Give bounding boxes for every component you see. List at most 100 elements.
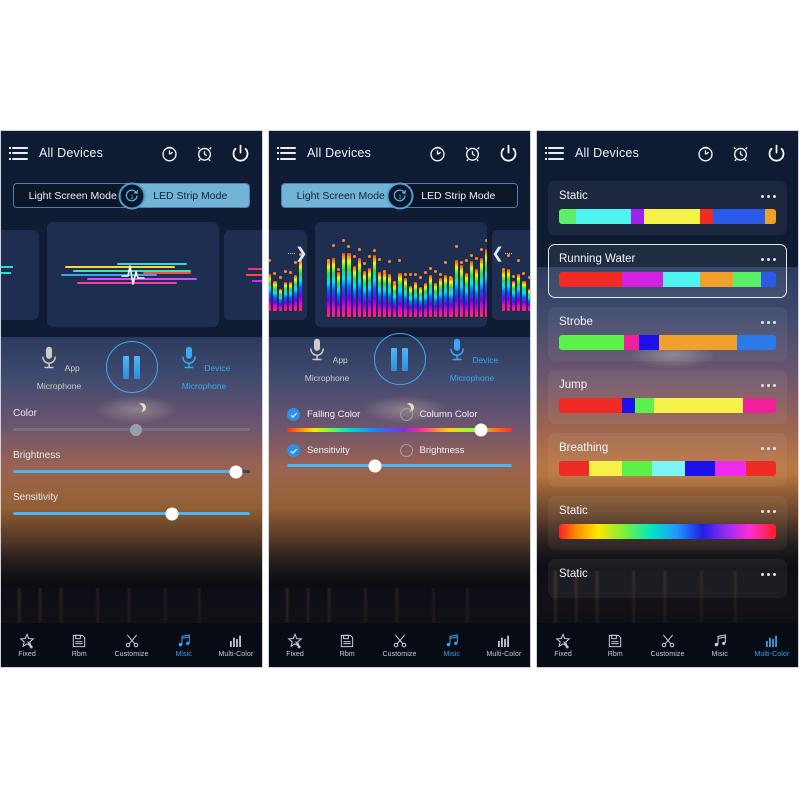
color-slider-knob[interactable] [130,423,143,436]
nav-item-fixed[interactable]: Fixed [269,632,321,658]
nav-item-multi-color[interactable]: Multi-Color [210,633,262,658]
nav-item-customize[interactable]: Customize [373,633,425,658]
effect-name: Static [559,505,588,517]
carousel-card-current[interactable] [47,222,219,327]
device-microphone-button[interactable]: Device Microphone [440,337,504,386]
nav-item-misic[interactable]: Misic [158,633,210,658]
sensitivity-slider[interactable] [13,507,250,520]
more-options-icon[interactable] [761,194,776,198]
radio-circle-icon[interactable] [399,408,413,421]
nav-item-multi-color[interactable]: Multi-Color [478,633,530,658]
effects-list[interactable]: Static Running Water Strobe Jump Breathing St… [537,175,798,598]
color-segment [589,461,622,476]
more-options-icon[interactable] [761,320,776,324]
brightness-slider-knob[interactable] [229,465,243,478]
mode-led-strip[interactable]: LED Strip Mode [399,184,517,207]
check-icon[interactable] [287,444,300,457]
effect-color-bar[interactable] [559,335,776,350]
carousel-card-current[interactable] [315,222,487,327]
refresh-1-icon[interactable]: 1 [386,182,413,209]
nav-item-rbm[interactable]: Rbm [589,633,641,658]
more-options-icon[interactable] [761,383,776,387]
chevron-right-icon[interactable]: ····❯ [287,244,308,262]
nav-item-misic[interactable]: Misic [694,633,746,658]
alarm-clock-icon[interactable] [463,144,482,163]
effect-row[interactable]: Breathing [548,433,787,487]
mode-led-strip[interactable]: LED Strip Mode [131,184,249,207]
effect-row[interactable]: Running Water [548,244,787,298]
radio-column-color[interactable]: Column Color [399,408,513,421]
alarm-clock-icon[interactable] [195,144,214,163]
timer-icon[interactable] [696,144,715,163]
alarm-clock-icon[interactable] [731,144,750,163]
color-slider[interactable] [13,423,250,436]
effect-row[interactable]: Static [548,181,787,235]
equalizer-peak-dot [347,245,351,249]
equalizer-bar [298,260,303,311]
bottom-nav-3[interactable]: Fixed Rbm Customize Misic Multi-Color [537,623,798,667]
effect-color-bar[interactable] [559,209,776,224]
effect-name: Static [559,190,588,202]
color-segment [652,461,685,476]
nav-item-fixed[interactable]: Fixed [537,632,589,658]
sensitivity-slider[interactable] [287,459,512,472]
effect-color-bar[interactable] [559,461,776,476]
power-icon[interactable] [230,143,251,164]
mode-light-screen[interactable]: Light Screen Mode [282,184,400,207]
radio-sensitivity[interactable]: Sensitivity [287,444,400,457]
bottom-nav-2[interactable]: Fixed Rbm Customize Misic Multi-Color [269,623,530,667]
nav-item-multi-color[interactable]: Multi-Color [746,633,798,658]
color-rainbow-slider[interactable] [287,423,512,437]
power-icon[interactable] [498,143,519,164]
nav-item-misic[interactable]: Misic [426,633,478,658]
effect-color-bar[interactable] [559,398,776,413]
carousel-card-next[interactable] [224,230,262,320]
color-segment [559,272,622,287]
hamburger-icon[interactable] [277,146,296,160]
nav-item-rbm[interactable]: Rbm [53,633,105,658]
mode-toggle-2[interactable]: Light Screen Mode LED Strip Mode 1 [281,182,518,209]
color-segment [559,461,590,476]
refresh-1-icon[interactable]: 1 [118,182,145,209]
sensitivity-slider-knob[interactable] [368,459,382,472]
app-microphone-button[interactable]: App Microphone [27,345,91,394]
app-microphone-button[interactable]: App Microphone [295,337,359,386]
effect-color-bar[interactable] [559,524,776,539]
more-options-icon[interactable] [761,446,776,450]
carousel-card-prev[interactable] [1,230,39,320]
radio-falling-color[interactable]: Falling Color [287,408,400,421]
device-microphone-button[interactable]: Device Microphone [172,345,236,394]
mode-light-screen[interactable]: Light Screen Mode [14,184,132,207]
effect-row[interactable]: Static [548,496,787,550]
power-icon[interactable] [766,143,787,164]
chevron-left-icon[interactable]: ❮···· [491,244,513,262]
radio-circle-icon[interactable] [399,444,413,457]
effect-color-bar[interactable] [559,272,776,287]
check-icon[interactable] [287,408,300,421]
timer-icon[interactable] [160,144,179,163]
more-options-icon[interactable] [761,257,776,261]
bottom-nav-1[interactable]: Fixed Rbm Customize Misic Multi-Color [1,623,262,667]
rainbow-slider-knob[interactable] [474,423,487,437]
mode-toggle-1[interactable]: Light Screen Mode LED Strip Mode 1 [13,182,250,209]
pause-icon[interactable] [105,341,158,393]
effect-row[interactable]: Static [548,559,787,598]
effect-row[interactable]: Strobe [548,307,787,361]
timer-icon[interactable] [428,144,447,163]
hamburger-icon[interactable] [9,146,28,160]
hamburger-icon[interactable] [545,146,564,160]
preview-carousel-2[interactable]: ····❯ ❮···· [269,222,530,327]
more-options-icon[interactable] [761,509,776,513]
pause-icon[interactable] [373,333,426,385]
sensitivity-slider-knob[interactable] [165,507,179,520]
nav-item-rbm[interactable]: Rbm [321,633,373,658]
brightness-slider[interactable] [13,465,250,478]
nav-item-fixed[interactable]: Fixed [1,632,53,658]
effect-row[interactable]: Jump [548,370,787,424]
nav-item-customize[interactable]: Customize [641,633,693,658]
preview-carousel-1[interactable] [1,222,262,327]
radio-brightness[interactable]: Brightness [399,444,513,457]
equalizer-peak-dot [362,261,366,265]
nav-item-customize[interactable]: Customize [105,633,157,658]
more-options-icon[interactable] [761,572,776,576]
